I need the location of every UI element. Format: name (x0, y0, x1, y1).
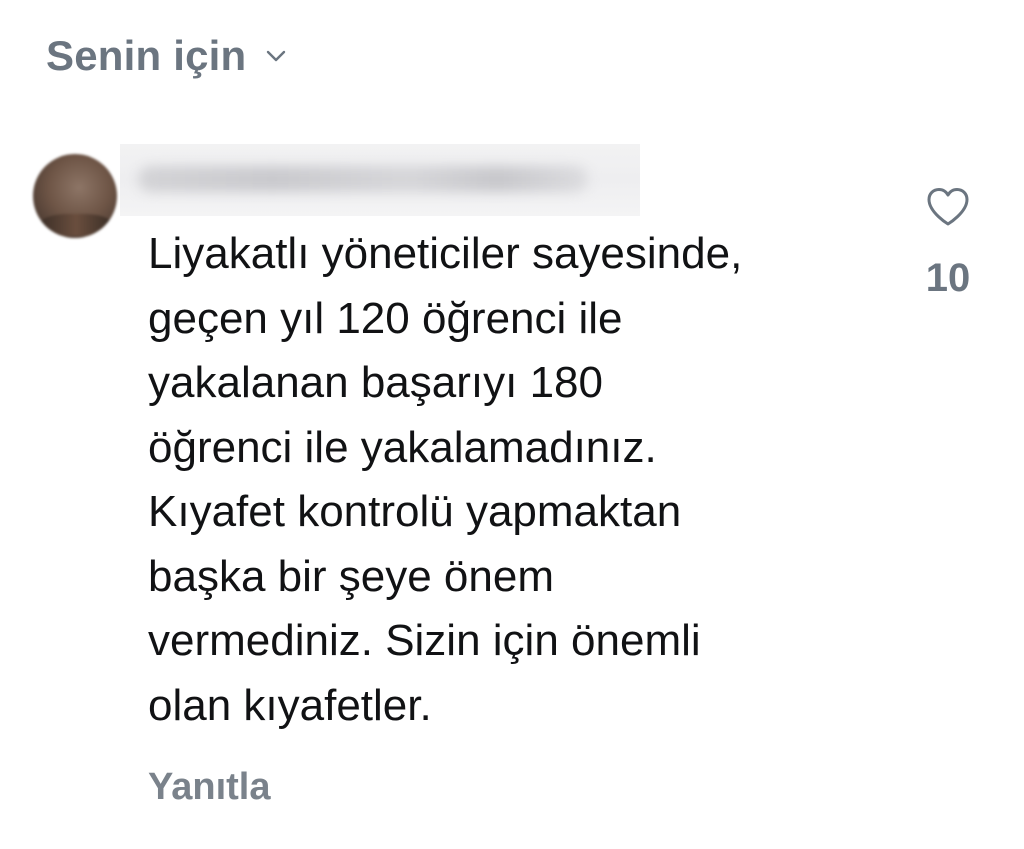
comment-line: olan kıyafetler. (148, 680, 432, 730)
chevron-down-icon (264, 44, 288, 68)
username-redacted (120, 144, 640, 216)
comment-line: başka bir şeye önem (148, 551, 554, 601)
comment-line: yakalanan başarıyı 180 (148, 358, 603, 407)
comment-line: öğrenci ile yakalamadınız. (148, 422, 657, 472)
comment: Liyakatlı yöneticiler sayesinde, geçen y… (0, 140, 1024, 849)
like-count: 10 (925, 256, 971, 300)
reply-button[interactable]: Yanıtla (148, 766, 271, 809)
comment-line: Liyakatlı yöneticiler sayesinde, (148, 229, 743, 278)
sort-label: Senin için (46, 32, 247, 79)
like-control: 10 (918, 186, 978, 301)
heart-outline-icon[interactable] (925, 186, 971, 228)
comment-line: geçen yıl 120 öğrenci ile (148, 293, 623, 343)
avatar[interactable] (33, 154, 117, 238)
comment-line: vermediniz. Sizin için önemli (148, 616, 701, 665)
comment-body: Liyakatlı yöneticiler sayesinde, geçen y… (148, 222, 868, 738)
sort-selector[interactable]: Senin için (46, 28, 288, 84)
comment-line: Kıyafet kontrolü yapmaktan (148, 487, 682, 536)
